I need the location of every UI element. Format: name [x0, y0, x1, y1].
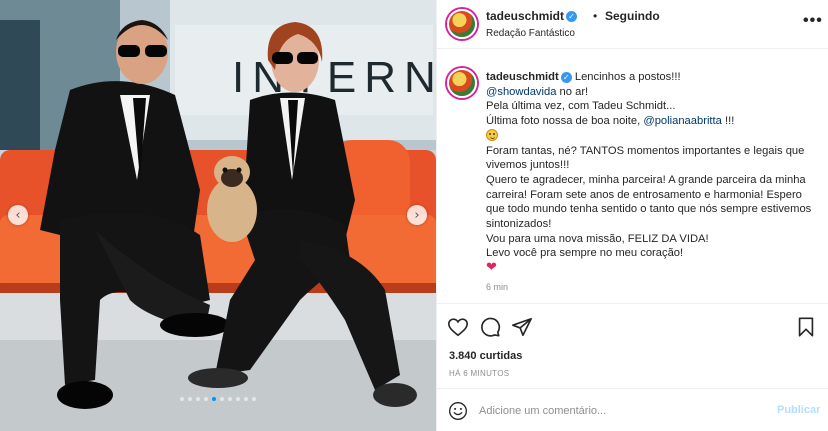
more-options-icon[interactable]: ••• [803, 12, 823, 30]
likes-count[interactable]: 3.840 curtidas [449, 350, 522, 362]
caption-username-link[interactable]: tadeuschmidt [486, 71, 559, 83]
carousel-dot [204, 397, 208, 401]
carousel-dot [212, 397, 216, 401]
verified-badge-icon: ✓ [560, 71, 572, 83]
carousel-dot [220, 397, 224, 401]
separator-dot: • [593, 9, 598, 23]
verified-badge-icon: ✓ [566, 11, 578, 23]
heart-icon[interactable] [447, 316, 469, 338]
instagram-post: INTERN ‹ › tadeuschmidt ✓ • Seguindo Red… [0, 0, 828, 431]
mention-link[interactable]: @showdavida [486, 86, 556, 98]
bookmark-icon[interactable] [795, 316, 817, 338]
caption-text: tadeuschmidt ✓ Lencinhos a postos!!! @sho… [486, 71, 812, 276]
post-actions: 3.840 curtidas HÁ 6 MINUTOS Publicar [437, 303, 828, 431]
heart-emoji-icon: ❤ [486, 260, 497, 276]
caption-timestamp: 6 min [486, 282, 509, 292]
carousel-dot [252, 397, 256, 401]
carousel-prev-button[interactable]: ‹ [8, 205, 28, 225]
username-link[interactable]: tadeuschmidt [486, 9, 564, 23]
mention-link[interactable]: @polianaabritta [643, 115, 722, 127]
background-sign-text: INTERN [232, 53, 436, 102]
caption-avatar[interactable] [447, 68, 477, 98]
share-icon[interactable] [511, 316, 533, 338]
carousel-next-button[interactable]: › [407, 205, 427, 225]
comment-icon[interactable] [479, 316, 501, 338]
post-header: tadeuschmidt ✓ • Seguindo Redação Fantást… [437, 0, 828, 49]
following-button[interactable]: Seguindo [605, 9, 660, 23]
smiley-icon[interactable] [448, 401, 468, 421]
chevron-right-icon: › [414, 207, 420, 223]
carousel-dot [244, 397, 248, 401]
avatar[interactable] [447, 9, 477, 39]
location-subtitle[interactable]: Redação Fantástico [486, 28, 575, 39]
post-time-ago: HÁ 6 MINUTOS [449, 369, 510, 378]
publish-button[interactable]: Publicar [777, 404, 820, 416]
carousel-dot [180, 397, 184, 401]
post-sidebar: tadeuschmidt ✓ • Seguindo Redação Fantást… [436, 0, 828, 431]
carousel-dot [236, 397, 240, 401]
carousel-dot [196, 397, 200, 401]
carousel-dot [188, 397, 192, 401]
comment-form: Publicar [437, 388, 828, 431]
chevron-left-icon: ‹ [15, 207, 21, 223]
carousel-indicator [0, 397, 436, 401]
smile-emoji-icon [486, 128, 498, 141]
post-caption: tadeuschmidt ✓ Lencinhos a postos!!! @sho… [437, 58, 828, 303]
comment-input[interactable] [479, 400, 759, 422]
carousel-dot [228, 397, 232, 401]
post-photo[interactable]: INTERN ‹ › [0, 0, 436, 431]
photo-scene: INTERN [0, 0, 436, 431]
